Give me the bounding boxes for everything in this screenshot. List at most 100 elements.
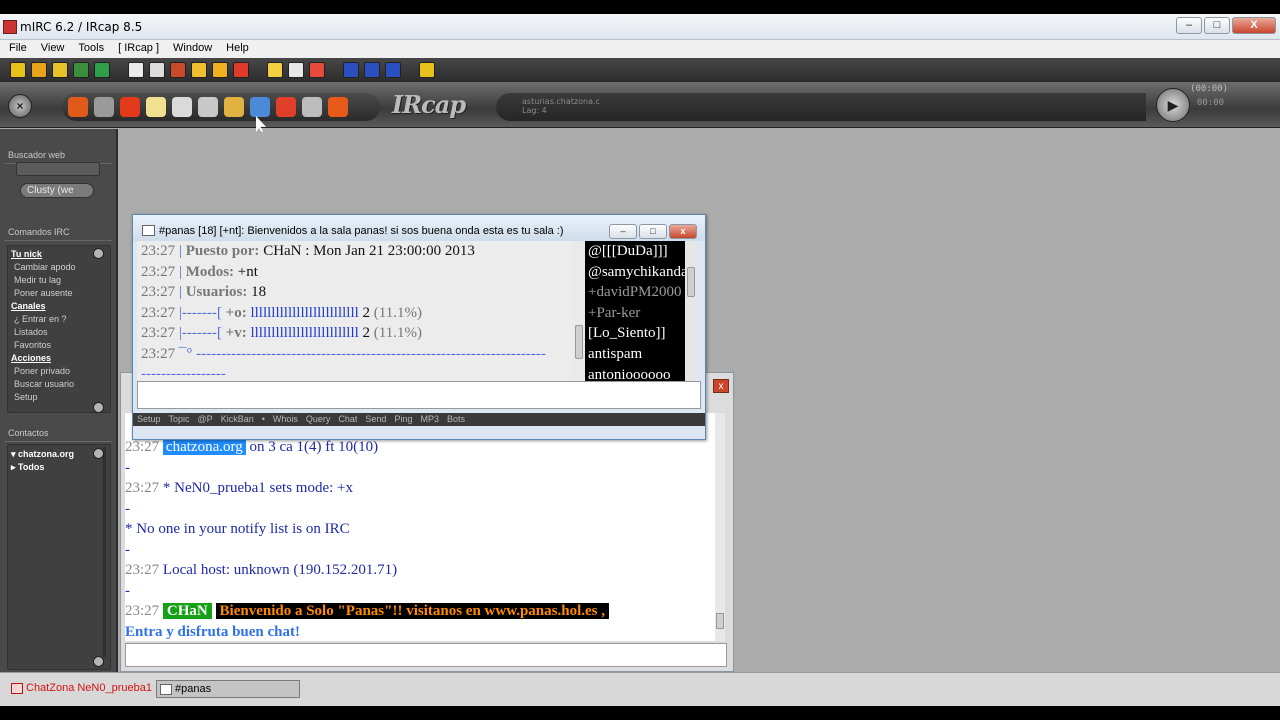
dcc-options-icon[interactable] <box>309 62 325 78</box>
sidebar-command[interactable]: Poner privado <box>8 365 110 378</box>
command-bar-item[interactable]: Query <box>306 413 331 426</box>
cascade-icon[interactable] <box>364 62 380 78</box>
command-bar-item[interactable]: Topic <box>169 413 190 426</box>
globe-icon[interactable] <box>172 97 192 117</box>
command-bar-item[interactable]: Setup <box>137 413 161 426</box>
disconnect-icon[interactable]: × <box>8 94 32 118</box>
maximize-button[interactable]: □ <box>1204 17 1230 34</box>
menu-view[interactable]: View <box>34 40 72 58</box>
notify-icon[interactable] <box>212 62 228 78</box>
player-time-2: 00:00 <box>1196 98 1224 108</box>
command-bar-item[interactable]: • <box>262 413 265 426</box>
colors-icon[interactable] <box>170 62 186 78</box>
status-scroll-thumb[interactable] <box>716 613 724 629</box>
connect-icon[interactable] <box>10 62 26 78</box>
channel-scroll-thumb[interactable] <box>575 325 583 359</box>
nick-item[interactable]: antispam <box>585 344 685 365</box>
options-icon[interactable] <box>31 62 47 78</box>
nick-item[interactable]: [Lo_Siento]] <box>585 323 685 344</box>
channel-line: ----------------- <box>137 364 573 381</box>
channel-input[interactable] <box>137 381 701 409</box>
command-bar-item[interactable]: Whois <box>273 413 298 426</box>
dcc-chat-icon[interactable] <box>288 62 304 78</box>
note-icon[interactable] <box>146 97 166 117</box>
timestamp: 23:27 <box>125 439 160 455</box>
sidebar-command[interactable]: Acciones <box>8 352 110 365</box>
menu-tools[interactable]: Tools <box>71 40 111 58</box>
menu-help[interactable]: Help <box>219 40 256 58</box>
contacts-group-todos[interactable]: ▸ Todos <box>8 461 110 474</box>
about-icon[interactable] <box>419 62 435 78</box>
nick-item[interactable]: @samychikanda <box>585 262 685 283</box>
arrange-icon[interactable] <box>385 62 401 78</box>
nicklist-scrollbar[interactable] <box>685 241 697 381</box>
sidebar-command[interactable]: Favoritos <box>8 339 110 352</box>
switchbar-status[interactable]: ChatZona NeN0_prueba1 <box>8 680 152 698</box>
status-scrollbar[interactable] <box>715 413 725 641</box>
brush-icon[interactable] <box>94 97 114 117</box>
channel-window-controls: – □ x <box>609 224 697 239</box>
toys-icon[interactable] <box>276 97 296 117</box>
command-bar-item[interactable]: Bots <box>447 413 465 426</box>
commands-panel: Tu nick Cambiar apodo Medir tu lag Poner au… <box>7 245 111 413</box>
channel-scrollbar[interactable] <box>573 241 585 381</box>
commands-expand-icon[interactable] <box>93 402 104 413</box>
ircap-logo-icon[interactable] <box>302 97 322 117</box>
sidebar-command[interactable]: Canales <box>8 300 110 313</box>
channel-maximize-button[interactable]: □ <box>639 224 667 239</box>
smiley-icon[interactable] <box>68 97 88 117</box>
info-value: 2 <box>362 304 371 321</box>
channels-icon[interactable] <box>191 62 207 78</box>
channel-minimize-button[interactable]: – <box>609 224 637 239</box>
mp3-play-button[interactable]: ▶ <box>1156 88 1190 122</box>
channel-close-button[interactable]: x <box>669 224 697 239</box>
sidebar-command[interactable]: Medir tu lag <box>8 274 110 287</box>
command-bar-item[interactable]: Send <box>365 413 386 426</box>
timer-icon[interactable] <box>149 62 165 78</box>
script-icon[interactable] <box>94 62 110 78</box>
command-bar-item[interactable]: Ping <box>394 413 412 426</box>
status-close-button[interactable]: x <box>713 379 729 393</box>
command-bar-item[interactable]: MP3 <box>420 413 439 426</box>
close-button[interactable]: X <box>1232 17 1276 34</box>
command-bar-item[interactable]: KickBan <box>221 413 254 426</box>
sidebar-command[interactable]: Listados <box>8 326 110 339</box>
sidebar-command[interactable]: ¿ Entrar en ? <box>8 313 110 326</box>
nick-item[interactable]: @[[[DuDa]]] <box>585 241 685 262</box>
tools-icon[interactable] <box>198 97 218 117</box>
stat-bar: llllllllllllllllllllllllll <box>250 304 359 321</box>
contacts-scrollbar[interactable] <box>103 447 106 657</box>
address-book-icon[interactable] <box>73 62 89 78</box>
status-input[interactable] <box>125 643 727 667</box>
web-search-button[interactable]: Clusty (we <box>20 183 94 198</box>
switchbar-channel[interactable]: #panas <box>156 680 300 698</box>
puzzle-icon[interactable] <box>250 97 270 117</box>
contactos-title: Contactos <box>4 428 112 442</box>
menu-window[interactable]: Window <box>166 40 219 58</box>
menu-file[interactable]: File <box>2 40 34 58</box>
tile-icon[interactable] <box>343 62 359 78</box>
sidebar-command[interactable]: Poner ausente <box>8 287 110 300</box>
refresh-icon[interactable] <box>328 97 348 117</box>
log-icon[interactable] <box>128 62 144 78</box>
gift-icon[interactable] <box>224 97 244 117</box>
dcc-send-icon[interactable] <box>267 62 283 78</box>
nick-item[interactable]: +davidPM2000 <box>585 282 685 303</box>
command-bar-item[interactable]: @P <box>198 413 213 426</box>
web-search-input[interactable] <box>16 162 100 176</box>
commands-collapse-icon[interactable] <box>93 248 104 259</box>
nick-item[interactable]: +Par-ker <box>585 303 685 324</box>
nick-item[interactable]: antonioooooo <box>585 365 685 381</box>
pencil-icon[interactable] <box>120 97 140 117</box>
line-prefix: | <box>178 284 182 300</box>
minimize-button[interactable]: – <box>1176 17 1202 34</box>
contacts-collapse-icon[interactable] <box>93 448 104 459</box>
menu-ircap[interactable]: [ IRcap ] <box>111 40 166 58</box>
command-bar-item[interactable]: Chat <box>338 413 357 426</box>
nicklist-scroll-thumb[interactable] <box>687 267 695 297</box>
sidebar-command[interactable]: Cambiar apodo <box>8 261 110 274</box>
folder-icon[interactable] <box>52 62 68 78</box>
contacts-expand-icon[interactable] <box>93 656 104 667</box>
list-icon[interactable] <box>233 62 249 78</box>
sidebar-command[interactable]: Buscar usuario <box>8 378 110 391</box>
